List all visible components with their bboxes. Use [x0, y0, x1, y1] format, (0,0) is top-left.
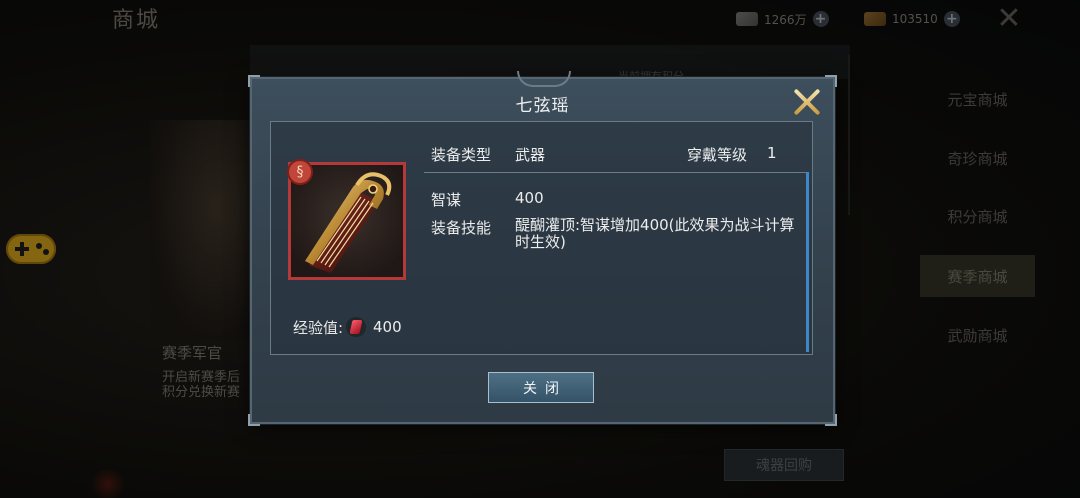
equip-type-label: 装备类型 — [431, 146, 492, 164]
corner-ornament — [825, 75, 837, 87]
wear-level-value: 1 — [767, 144, 777, 162]
wear-level-label: 穿戴等级 — [687, 146, 748, 164]
item-info-panel: § 经验值: 400 装备类型 武器 穿戴等级 1 智谋 400 装备技能 醍醐… — [270, 121, 813, 355]
equip-type-value: 武器 — [515, 146, 546, 164]
close-icon[interactable] — [790, 85, 824, 119]
corner-ornament — [248, 75, 260, 87]
scrollbar[interactable] — [806, 172, 809, 352]
quality-badge-icon: § — [287, 159, 313, 185]
stat-label: 智谋 — [431, 191, 462, 209]
exp-gem-icon — [346, 317, 366, 337]
exp-value: 400 — [373, 318, 402, 336]
header-divider — [424, 172, 808, 173]
exp-label: 经验值: — [293, 319, 344, 337]
skill-label: 装备技能 — [431, 219, 492, 237]
skill-value: 醍醐灌顶:智谋增加400(此效果为战斗计算时生效) — [515, 216, 795, 251]
close-button[interactable]: 关闭 — [488, 372, 594, 403]
item-detail-dialog: 七弦瑶 § 经验值: 400 装备类型 武器 穿戴等级 1 智谋 400 装备技… — [248, 71, 837, 426]
corner-ornament — [825, 414, 837, 426]
title-ornament — [517, 71, 571, 87]
stat-value: 400 — [515, 189, 544, 207]
dialog-title: 七弦瑶 — [515, 96, 570, 116]
corner-ornament — [248, 414, 260, 426]
